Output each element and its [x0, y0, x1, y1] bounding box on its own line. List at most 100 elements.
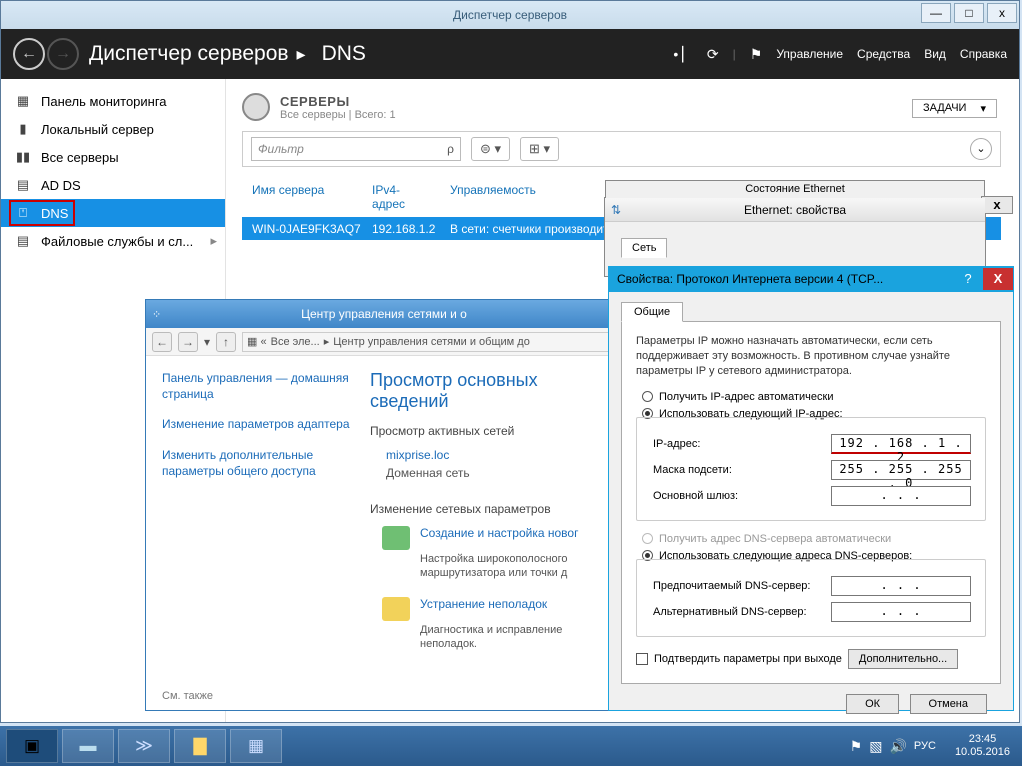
nc-breadcrumb[interactable]: ▦ « Все эле... ▸ Центр управления сетями… [242, 332, 616, 352]
filter-input[interactable]: Фильтр ρ [251, 137, 461, 161]
nc-active-nets: Просмотр активных сетей [370, 424, 612, 438]
filter-bar: Фильтр ρ ⊜ ▾ ⊞ ▾ ⌄ [242, 131, 1001, 167]
advanced-button[interactable]: Дополнительно... [848, 649, 958, 669]
eth-close-button[interactable]: x [981, 196, 1013, 214]
server-icon: ▮ [15, 121, 31, 137]
tray-clock[interactable]: 23:45 10.05.2016 [949, 733, 1016, 758]
nav-forward-button[interactable]: → [47, 38, 79, 70]
setup-connection-icon [382, 526, 410, 550]
breadcrumb-sep: ▸ [297, 44, 306, 65]
refresh-dropdown-icon[interactable]: • ▏ [673, 46, 693, 63]
filter-save-button[interactable]: ⊞ ▾ [520, 137, 559, 161]
radio-auto-dns-label: Получить адрес DNS-сервера автоматически [659, 533, 891, 545]
minimize-button[interactable]: — [921, 3, 951, 23]
ipv4-properties-dialog[interactable]: Свойства: Протокол Интернета версии 4 (T… [608, 266, 1014, 711]
nc-back-button[interactable]: ← [152, 332, 172, 352]
radio-auto-dns: Получить адрес DNS-сервера автоматически [642, 533, 986, 545]
tray-language[interactable]: РУС [914, 740, 936, 752]
ethernet-tab-network[interactable]: Сеть [621, 238, 667, 258]
sidebar-item-all-servers[interactable]: ▮▮Все серверы [1, 143, 225, 171]
nc-setup-link[interactable]: Создание и настройка новог [420, 526, 578, 550]
tray-flag-icon[interactable]: ⚑ [850, 738, 863, 755]
ipv4-tab-general[interactable]: Общие [621, 302, 683, 322]
nc-adapter-link[interactable]: Изменение параметров адаптера [162, 416, 350, 432]
globe-icon [242, 93, 270, 121]
dns2-input[interactable]: . . . [831, 602, 971, 622]
nc-setup-desc: Настройка широкополосного маршрутизатора… [420, 552, 612, 581]
sidebar-label: Панель мониторинга [41, 94, 167, 109]
sidebar-item-file-services[interactable]: ▤Файловые службы и сл...▸ [1, 227, 225, 255]
nc-trouble-desc: Диагностика и исправление неполадок. [420, 623, 612, 652]
filter-view-button[interactable]: ⊜ ▾ [471, 137, 510, 161]
sidebar-item-local-server[interactable]: ▮Локальный сервер [1, 115, 225, 143]
ipv4-intro-text: Параметры IP можно назначать автоматичес… [636, 334, 986, 379]
menu-manage[interactable]: Управление [776, 47, 843, 61]
breadcrumb-root[interactable]: Диспетчер серверов [89, 42, 289, 66]
nc-titlebar[interactable]: ⁘ Центр управления сетями и о [146, 300, 622, 328]
sidebar-item-dashboard[interactable]: ▦ Панель мониторинга [1, 87, 225, 115]
dashboard-icon: ▦ [15, 93, 31, 109]
help-button[interactable]: ? [953, 268, 983, 290]
sidebar-item-adds[interactable]: ▤AD DS [1, 171, 225, 199]
lbl-dns1: Предпочитаемый DNS-сервер: [653, 580, 831, 592]
nc-sharing-link[interactable]: Изменить дополнительные параметры общего… [162, 447, 350, 479]
nc-domain-type: Доменная сеть [386, 466, 612, 480]
dns-icon: ⍞ [15, 205, 31, 221]
chevron-right-icon: ▸ [324, 335, 330, 348]
col-server-name[interactable]: Имя сервера [242, 177, 362, 217]
taskbar-network-center[interactable]: ▦ [230, 729, 282, 763]
col-ipv4[interactable]: IPv4-адрес [362, 177, 440, 217]
taskbar[interactable]: ▣ ▬ ≫ ▇ ▦ ⚑ ▧ 🔊 РУС 23:45 10.05.2016 [0, 726, 1022, 766]
servers-title: СЕРВЕРЫ [280, 94, 396, 109]
ethernet-properties-window[interactable]: Состояние Ethernet x ⇅Ethernet: свойства… [604, 197, 986, 277]
tasks-dropdown[interactable]: ЗАДАЧИ▾ [912, 99, 997, 118]
taskbar-explorer[interactable]: ▇ [174, 729, 226, 763]
ip-address-input[interactable]: 192 . 168 . 1 . 2 [831, 434, 971, 454]
nc-sidebar: Панель управления — домашняя страница Из… [146, 356, 366, 710]
ethernet-status-title: Состояние Ethernet [605, 180, 985, 198]
radio-auto-ip[interactable]: Получить IP-адрес автоматически [642, 391, 986, 403]
search-icon[interactable]: ρ [447, 142, 454, 156]
nc-trouble-link[interactable]: Устранение неполадок [420, 597, 547, 621]
nav-back-button[interactable]: ← [13, 38, 45, 70]
sm-titlebar[interactable]: Диспетчер серверов — □ x [1, 1, 1019, 29]
menu-help[interactable]: Справка [960, 47, 1007, 61]
sidebar-label: Все серверы [41, 150, 119, 165]
maximize-button[interactable]: □ [954, 3, 984, 23]
network-center-window[interactable]: ⁘ Центр управления сетями и о ← → ▾ ↑ ▦ … [145, 299, 623, 711]
gateway-input[interactable]: . . . [831, 486, 971, 506]
sidebar-item-dns[interactable]: ⍞ DNS [1, 199, 225, 227]
cancel-button[interactable]: Отмена [910, 694, 987, 714]
ethernet-props-title[interactable]: ⇅Ethernet: свойства [605, 198, 985, 222]
menu-view[interactable]: Вид [924, 47, 946, 61]
nc-crumb1[interactable]: Все эле... [271, 336, 320, 348]
nc-up-button[interactable]: ↑ [216, 332, 236, 352]
menu-tools[interactable]: Средства [857, 47, 910, 61]
taskbar-powershell[interactable]: ≫ [118, 729, 170, 763]
taskbar-server-manager[interactable]: ▬ [62, 729, 114, 763]
start-button[interactable]: ▣ [6, 729, 58, 763]
dns1-input[interactable]: . . . [831, 576, 971, 596]
close-button[interactable]: x [987, 3, 1017, 23]
refresh-icon[interactable]: ⟳ [707, 46, 719, 63]
sidebar-label: DNS [41, 206, 68, 221]
chevron-down-icon: ▾ [980, 102, 986, 115]
nc-home-link[interactable]: Панель управления — домашняя страница [162, 370, 350, 402]
breadcrumb-leaf[interactable]: DNS [322, 42, 366, 66]
nc-crumb2[interactable]: Центр управления сетями и общим до [333, 336, 530, 348]
validate-checkbox[interactable] [636, 653, 648, 665]
chevron-down-icon[interactable]: ▾ [204, 335, 210, 349]
flag-icon[interactable]: ⚑ [750, 46, 763, 63]
nc-forward-button[interactable]: → [178, 332, 198, 352]
nc-domain[interactable]: mixprise.loc [386, 448, 449, 462]
network-center-icon: ⁘ [152, 308, 161, 321]
close-button[interactable]: X [983, 268, 1013, 290]
tray-volume-icon[interactable]: 🔊 [889, 738, 906, 755]
sm-header: ← → Диспетчер серверов ▸ DNS • ▏ ⟳ | ⚑ У… [1, 29, 1019, 79]
ipv4-titlebar[interactable]: Свойства: Протокол Интернета версии 4 (T… [609, 266, 1013, 292]
ok-button[interactable]: ОК [846, 694, 899, 714]
nc-main: Просмотр основных сведений Просмотр акти… [366, 356, 622, 710]
tray-network-icon[interactable]: ▧ [869, 738, 882, 755]
expand-button[interactable]: ⌄ [970, 138, 992, 160]
subnet-mask-input[interactable]: 255 . 255 . 255 . 0 [831, 460, 971, 480]
